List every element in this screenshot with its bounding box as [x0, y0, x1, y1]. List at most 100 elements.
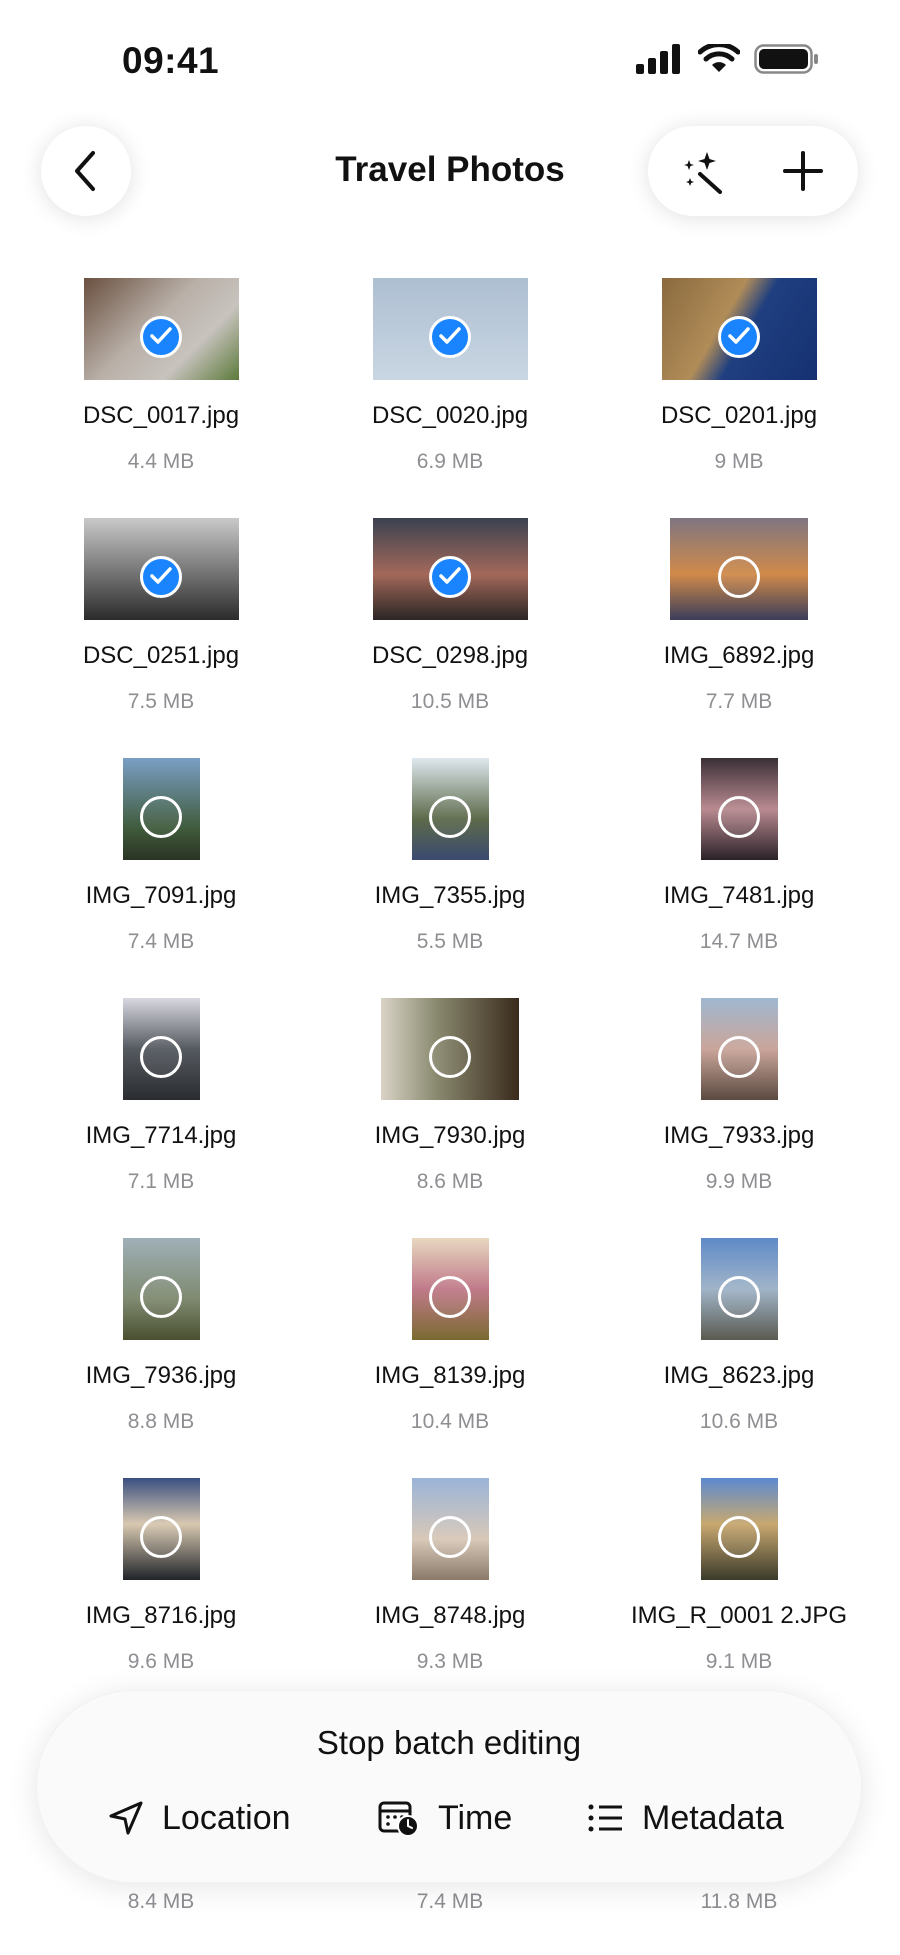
photo-item[interactable]: IMG_8748.jpg 9.3 MB: [305, 1478, 595, 1698]
unselected-checkbox[interactable]: [718, 556, 760, 598]
file-name: IMG_7714.jpg: [85, 1122, 237, 1149]
file-name: IMG_7936.jpg: [85, 1362, 237, 1389]
file-name: IMG_7091.jpg: [85, 882, 237, 909]
magic-wand-icon: [684, 152, 722, 194]
file-size: 4.4 MB: [127, 450, 195, 473]
unselected-checkbox[interactable]: [718, 1516, 760, 1558]
selected-checkbox[interactable]: [140, 556, 182, 598]
photo-item[interactable]: IMG_7933.jpg 9.9 MB: [594, 998, 884, 1218]
photo-item[interactable]: IMG_7091.jpg 7.4 MB: [16, 758, 306, 978]
magic-edit-button[interactable]: [658, 126, 748, 216]
photo-item[interactable]: DSC_0298.jpg 10.5 MB: [305, 518, 595, 738]
selected-checkbox[interactable]: [429, 316, 471, 358]
time-label: Time: [438, 1798, 513, 1837]
file-size: 10.5 MB: [410, 690, 490, 713]
photo-thumbnail[interactable]: [122, 1478, 200, 1580]
file-size: 8.8 MB: [127, 1410, 195, 1433]
location-label: Location: [162, 1798, 291, 1837]
photo-thumbnail[interactable]: [700, 1478, 778, 1580]
checkmark-icon: [439, 567, 461, 584]
selected-checkbox[interactable]: [718, 316, 760, 358]
unselected-checkbox[interactable]: [429, 796, 471, 838]
unselected-checkbox[interactable]: [718, 1276, 760, 1318]
unselected-checkbox[interactable]: [429, 1276, 471, 1318]
unselected-checkbox[interactable]: [429, 1036, 471, 1078]
selected-checkbox[interactable]: [429, 556, 471, 598]
photo-item[interactable]: IMG_7481.jpg 14.7 MB: [594, 758, 884, 978]
file-name: IMG_8139.jpg: [374, 1362, 526, 1389]
unselected-checkbox[interactable]: [718, 796, 760, 838]
photo-thumbnail[interactable]: [700, 1238, 778, 1340]
file-size: 8.6 MB: [416, 1170, 484, 1193]
photo-item[interactable]: IMG_7936.jpg 8.8 MB: [16, 1238, 306, 1458]
metadata-button[interactable]: Metadata: [588, 1794, 784, 1842]
batch-edit-toolbar: Stop batch editing Location Time Metadat…: [36, 1690, 862, 1883]
metadata-label: Metadata: [642, 1798, 784, 1837]
photo-thumbnail[interactable]: [411, 758, 489, 860]
back-chevron-icon: [75, 151, 95, 191]
file-name: IMG_8748.jpg: [374, 1602, 526, 1629]
checkmark-icon: [150, 327, 172, 344]
photo-item[interactable]: IMG_7930.jpg 8.6 MB: [305, 998, 595, 1218]
photo-item[interactable]: IMG_R_0001 2.JPG 9.1 MB: [594, 1478, 884, 1698]
file-name: IMG_7933.jpg: [663, 1122, 815, 1149]
photo-thumbnail[interactable]: [122, 998, 200, 1100]
file-size: 9.6 MB: [127, 1650, 195, 1673]
add-button[interactable]: [758, 126, 848, 216]
photo-item[interactable]: DSC_0201.jpg 9 MB: [594, 278, 884, 498]
back-button[interactable]: [41, 126, 131, 216]
photo-item[interactable]: DSC_0020.jpg 6.9 MB: [305, 278, 595, 498]
photo-item[interactable]: IMG_8716.jpg 9.6 MB: [16, 1478, 306, 1698]
file-size: 7.1 MB: [127, 1170, 195, 1193]
time-button[interactable]: Time: [378, 1794, 512, 1842]
photo-thumbnail[interactable]: [700, 758, 778, 860]
photo-item[interactable]: DSC_0017.jpg 4.4 MB: [16, 278, 306, 498]
file-name: IMG_7481.jpg: [663, 882, 815, 909]
file-name: IMG_6892.jpg: [663, 642, 815, 669]
file-name: IMG_R_0001 2.JPG: [630, 1602, 848, 1629]
photo-thumbnail[interactable]: [83, 278, 239, 380]
photo-thumbnail[interactable]: [700, 998, 778, 1100]
photo-thumbnail[interactable]: [372, 278, 528, 380]
photo-item[interactable]: IMG_8139.jpg 10.4 MB: [305, 1238, 595, 1458]
photo-item[interactable]: IMG_7355.jpg 5.5 MB: [305, 758, 595, 978]
stop-batch-editing-button[interactable]: Stop batch editing: [36, 1724, 862, 1762]
photo-item[interactable]: IMG_8623.jpg 10.6 MB: [594, 1238, 884, 1458]
unselected-checkbox[interactable]: [429, 1516, 471, 1558]
photo-thumbnail[interactable]: [381, 998, 519, 1100]
photo-thumbnail[interactable]: [411, 1238, 489, 1340]
unselected-checkbox[interactable]: [140, 1036, 182, 1078]
file-name: DSC_0201.jpg: [660, 402, 818, 429]
calendar-clock-icon: [378, 1801, 419, 1837]
location-button[interactable]: Location: [108, 1794, 291, 1842]
photo-thumbnail[interactable]: [670, 518, 808, 620]
file-size: 5.5 MB: [416, 930, 484, 953]
file-name: DSC_0020.jpg: [371, 402, 529, 429]
unselected-checkbox[interactable]: [140, 1516, 182, 1558]
file-size: 10.6 MB: [699, 1410, 779, 1433]
photo-thumbnail[interactable]: [372, 518, 528, 620]
photo-thumbnail[interactable]: [411, 1478, 489, 1580]
photo-thumbnail[interactable]: [122, 758, 200, 860]
status-time: 09:41: [122, 40, 220, 81]
unselected-checkbox[interactable]: [718, 1036, 760, 1078]
file-size: 9 MB: [714, 450, 764, 473]
photo-thumbnail[interactable]: [83, 518, 239, 620]
file-size: 7.4 MB: [416, 1890, 484, 1913]
photo-item[interactable]: IMG_7714.jpg 7.1 MB: [16, 998, 306, 1218]
photo-item[interactable]: IMG_6892.jpg 7.7 MB: [594, 518, 884, 738]
file-name: IMG_7930.jpg: [374, 1122, 526, 1149]
file-size: 8.4 MB: [127, 1890, 195, 1913]
file-size: 7.7 MB: [705, 690, 773, 713]
photo-thumbnail[interactable]: [661, 278, 817, 380]
file-name: IMG_8623.jpg: [663, 1362, 815, 1389]
photo-item[interactable]: DSC_0251.jpg 7.5 MB: [16, 518, 306, 738]
unselected-checkbox[interactable]: [140, 796, 182, 838]
photo-thumbnail[interactable]: [122, 1238, 200, 1340]
file-name: DSC_0251.jpg: [82, 642, 240, 669]
file-name: DSC_0017.jpg: [82, 402, 240, 429]
file-size: 10.4 MB: [410, 1410, 490, 1433]
selected-checkbox[interactable]: [140, 316, 182, 358]
unselected-checkbox[interactable]: [140, 1276, 182, 1318]
page-title: Travel Photos: [335, 150, 565, 189]
